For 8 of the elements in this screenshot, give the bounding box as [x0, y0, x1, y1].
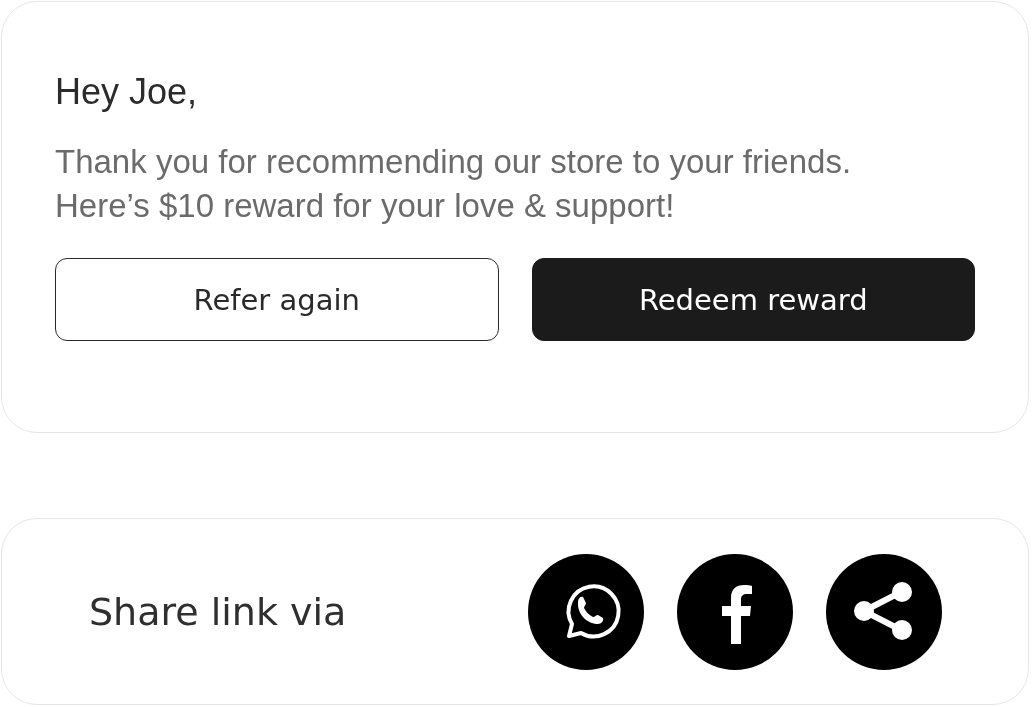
- greeting-text: Hey Joe,: [55, 70, 199, 114]
- refer-button[interactable]: Refer again: [55, 258, 499, 341]
- share-icon[interactable]: [826, 553, 942, 670]
- message-text: Thank you for recommending our store to your friends. Here’s $10 reward for your love & support!: [55, 142, 853, 226]
- whatsapp-icon[interactable]: [528, 553, 644, 670]
- facebook-icon[interactable]: [677, 553, 793, 670]
- redeem-button[interactable]: Redeem reward: [531, 258, 975, 341]
- share-label: Share link via: [89, 589, 347, 634]
